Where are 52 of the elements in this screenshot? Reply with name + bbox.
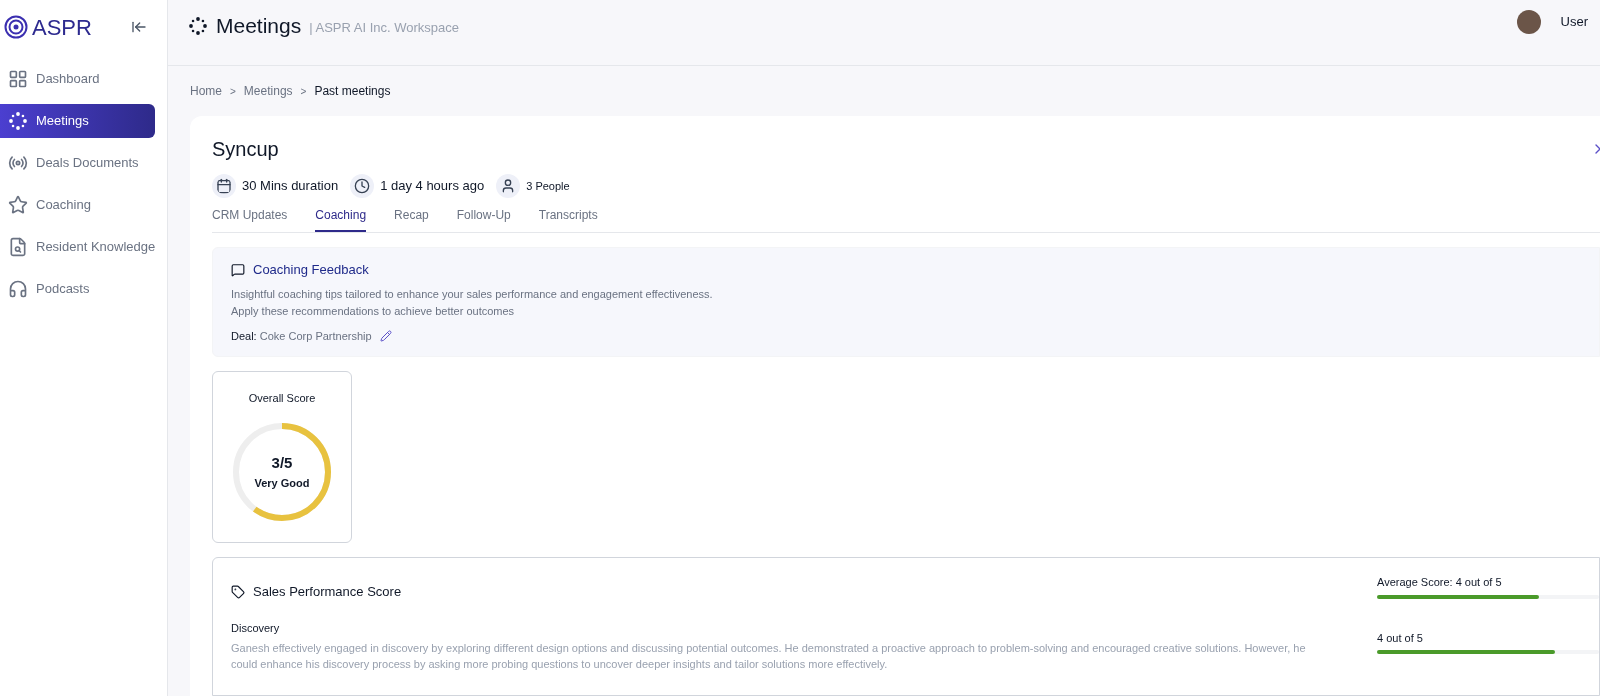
page-title: Meetings <box>216 13 302 39</box>
sales-performance-title: Sales Performance Score <box>253 583 402 601</box>
sidebar-item[interactable]: Deals Documents <box>0 146 155 180</box>
breadcrumb-link[interactable]: Home <box>190 82 222 100</box>
meeting-meta: 3 People <box>526 178 570 194</box>
collapse-sidebar-icon[interactable] <box>131 19 147 35</box>
sidebar-item[interactable]: Podcasts <box>0 272 155 306</box>
clock-icon <box>350 174 375 198</box>
grid-icon <box>8 69 28 89</box>
sparkle-icon <box>188 15 208 36</box>
meeting-meta: 30 Mins duration <box>242 177 339 196</box>
document-search-icon <box>8 237 28 257</box>
average-score: Average Score: 4 out of 5 <box>1377 575 1503 590</box>
sidebar-item[interactable]: Resident Knowledge <box>0 230 155 264</box>
tab[interactable]: Follow-Up <box>456 204 511 232</box>
breadcrumb-separator: > <box>300 84 307 99</box>
feedback-description: Insightful coaching tips tailored to enhance your sales performance and engagement effectiveness. <box>231 286 714 302</box>
meeting-meta: 1 day 4 hours ago <box>380 177 485 196</box>
section-description: Ganesh effectively engaged in discovery by exploring different design options and discussing potential outcomes. He demonstrated a proactive approach to problem-solving and encouraged creative solutions. However, he could enhance his discovery process by asking more probing questions to uncover deeper insights and tailor solutions more effectively. <box>231 641 1307 672</box>
workspace-name: | ASPR AI Inc. Workspace <box>309 19 460 37</box>
score-value: 3/5 <box>271 453 293 473</box>
signal-icon <box>8 153 28 173</box>
overall-score-title: Overall Score <box>248 391 316 406</box>
score-rating: Very Good <box>254 475 310 491</box>
headphones-icon <box>8 279 28 299</box>
tag-icon <box>231 584 245 599</box>
target-logo-icon <box>4 15 28 39</box>
calendar-icon <box>212 174 236 198</box>
meeting-title: Syncup <box>212 137 279 162</box>
brand-name: ASPR <box>32 13 92 42</box>
section-score: 4 out of 5 <box>1377 630 1424 646</box>
tab[interactable]: Transcripts <box>538 204 598 232</box>
chat-icon <box>231 262 245 277</box>
tab[interactable]: Recap <box>394 204 429 232</box>
sidebar-item[interactable]: Coaching <box>0 188 155 222</box>
feedback-description: Apply these recommendations to achieve better outcomes <box>231 303 516 319</box>
breadcrumb-separator: > <box>230 84 236 99</box>
deal-label: Deal: Coke Corp Partnership <box>231 328 372 344</box>
edit-icon[interactable] <box>379 329 392 342</box>
section-title: Discovery <box>231 620 281 636</box>
sidebar-item[interactable]: Meetings <box>0 104 155 138</box>
tab[interactable]: Coaching <box>315 204 367 232</box>
breadcrumb-link[interactable]: Past meetings <box>314 82 391 100</box>
feedback-title: Coaching Feedback <box>253 261 369 279</box>
user-name: User <box>1560 13 1588 32</box>
avatar[interactable] <box>1516 10 1541 34</box>
breadcrumb-link[interactable]: Meetings <box>243 82 293 100</box>
tab[interactable]: CRM Updates <box>212 204 288 232</box>
sidebar-item[interactable]: Dashboard <box>0 62 155 96</box>
person-icon <box>496 174 521 198</box>
sparkle-icon <box>8 111 28 131</box>
star-icon <box>8 195 28 215</box>
